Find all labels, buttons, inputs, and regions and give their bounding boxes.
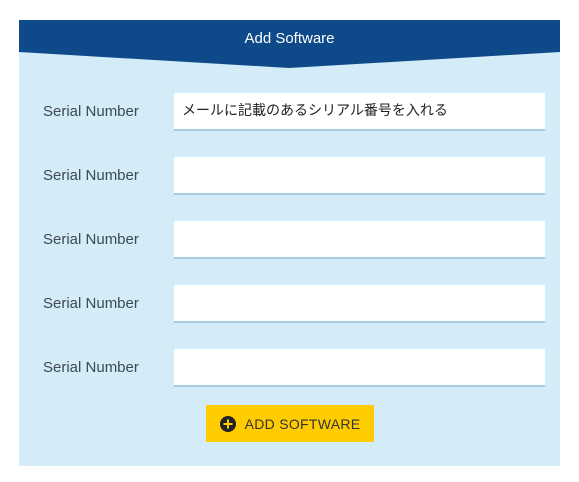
serial-number-label-3: Serial Number (43, 231, 139, 248)
serial-number-label-1: Serial Number (43, 103, 139, 120)
serial-number-input-5[interactable] (174, 349, 545, 387)
panel-header: Add Software (19, 20, 560, 68)
serial-number-label-5: Serial Number (43, 359, 139, 376)
serial-number-input-3[interactable] (174, 221, 545, 259)
plus-circle-icon (219, 415, 236, 432)
serial-number-row-1: Serial Number (19, 93, 560, 131)
serial-number-label-4: Serial Number (43, 295, 139, 312)
serial-number-row-5: Serial Number (19, 349, 560, 387)
panel-title: Add Software (244, 30, 335, 47)
add-software-label: ADD SOFTWARE (244, 415, 361, 432)
serial-number-input-4[interactable] (174, 285, 545, 323)
serial-number-input-2[interactable] (174, 157, 545, 195)
serial-number-label-2: Serial Number (43, 167, 139, 184)
add-software-button[interactable]: ADD SOFTWARE (206, 405, 374, 442)
serial-number-row-2: Serial Number (19, 157, 560, 195)
serial-number-input-1[interactable] (174, 93, 545, 131)
serial-number-row-4: Serial Number (19, 285, 560, 323)
serial-number-row-3: Serial Number (19, 221, 560, 259)
add-software-panel: Add Software Serial Number Serial Number… (19, 20, 560, 466)
